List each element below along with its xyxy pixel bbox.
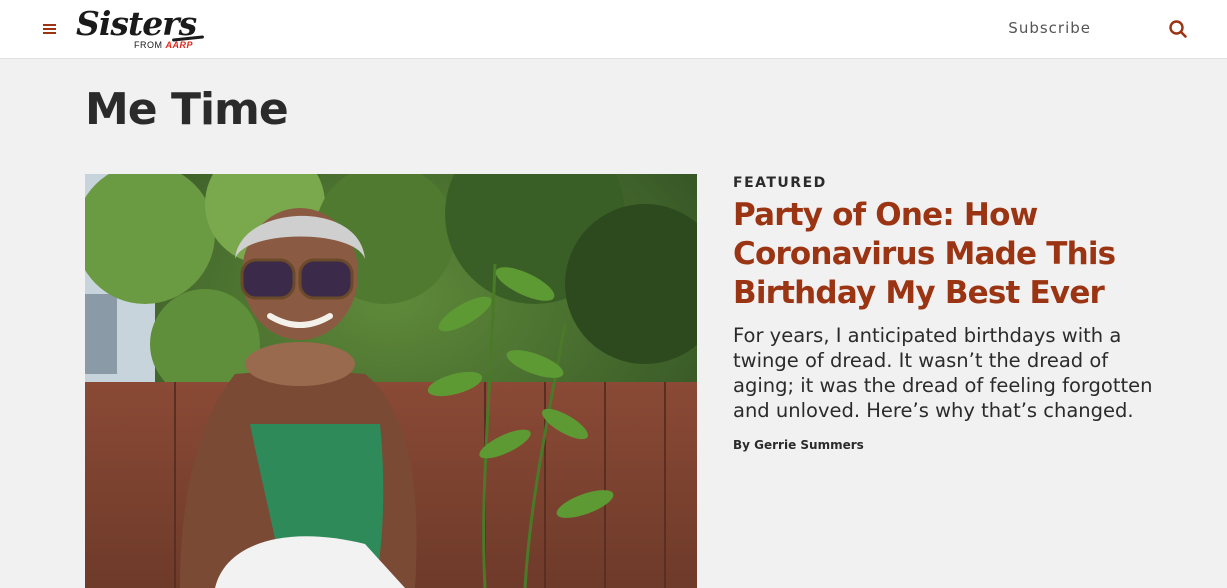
sisters-from-aarp-logo[interactable]: Sisters FROM AARP <box>76 4 208 54</box>
featured-article-image[interactable] <box>85 174 697 588</box>
featured-summary: For years, I anticipated birthdays with … <box>733 324 1153 422</box>
featured-article: FEATURED Party of One: How Coronavirus M… <box>733 174 1163 452</box>
featured-label: FEATURED <box>733 175 827 191</box>
featured-byline: By Gerrie Summers <box>733 438 864 452</box>
search-icon[interactable] <box>1168 19 1188 39</box>
logo-from-aarp: FROM AARP <box>134 40 194 50</box>
site-header: Sisters FROM AARP Subscribe <box>0 0 1227 59</box>
featured-headline-link[interactable]: Party of One: How Coronavirus Made This … <box>733 196 1163 313</box>
page-title: Me Time <box>85 84 289 135</box>
hamburger-menu-icon[interactable] <box>42 22 58 36</box>
subscribe-link[interactable]: Subscribe <box>1008 19 1091 37</box>
